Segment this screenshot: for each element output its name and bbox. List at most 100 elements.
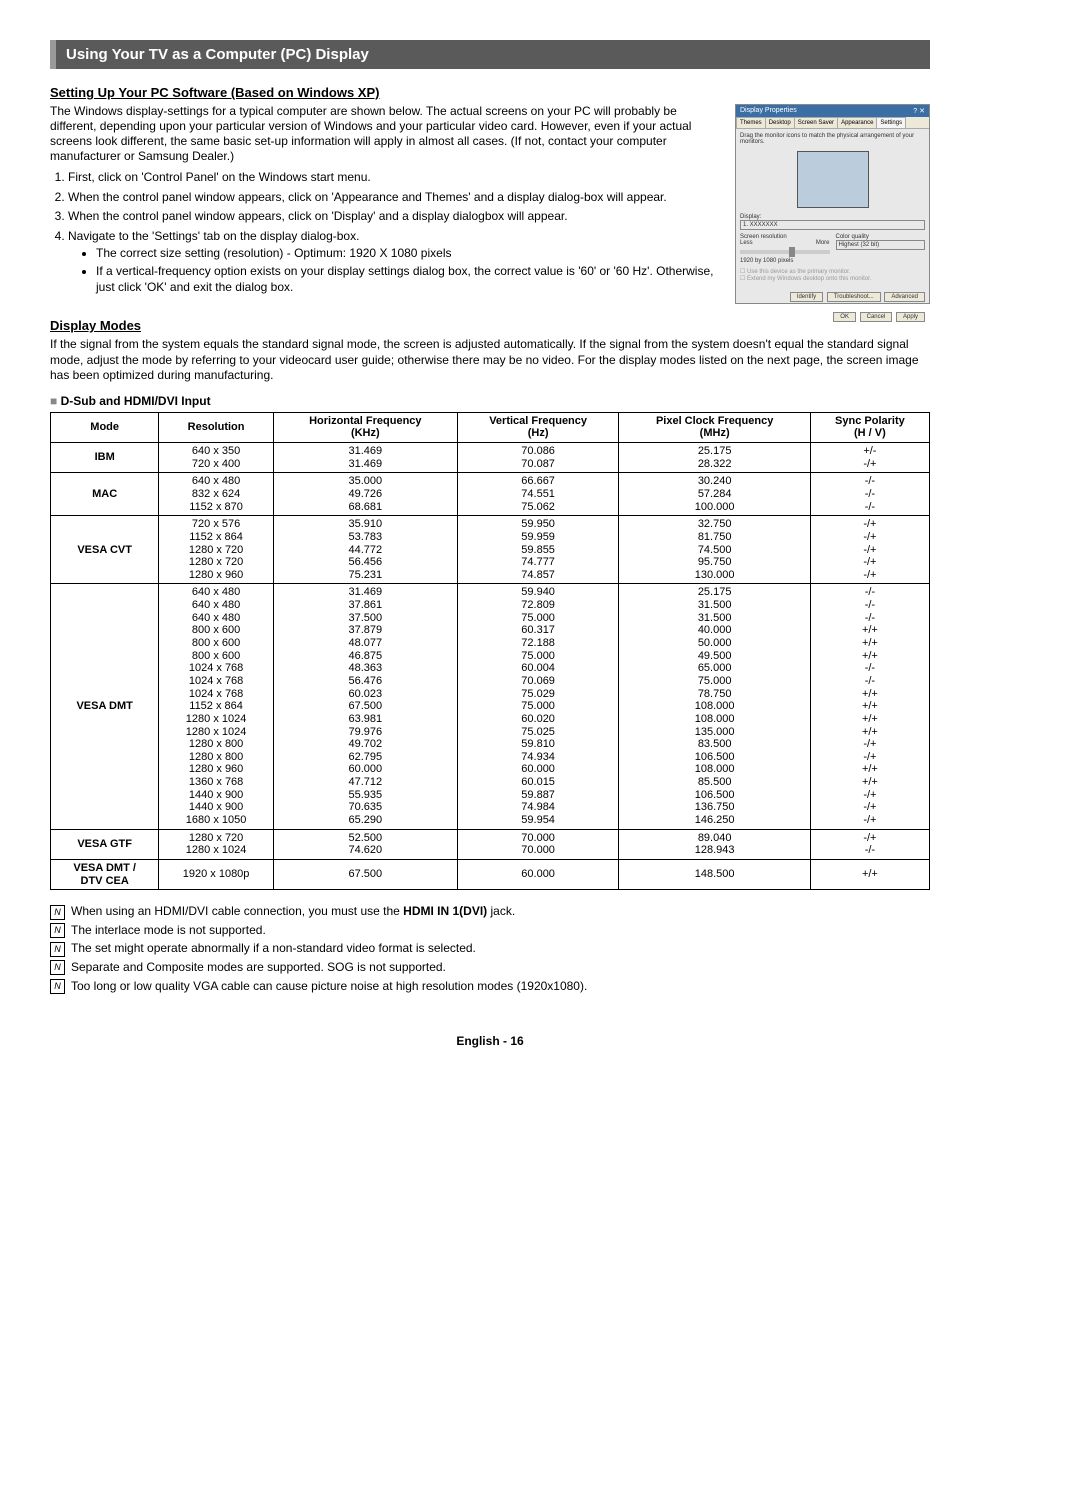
table-row: VESA CVT720 x 576 1152 x 864 1280 x 720 … [51, 516, 930, 584]
data-cell: 30.240 57.284 100.000 [619, 473, 810, 516]
data-cell: 67.500 [273, 859, 457, 889]
data-cell: 35.910 53.783 44.772 56.456 75.231 [273, 516, 457, 584]
sub-heading-setup: Setting Up Your PC Software (Based on Wi… [50, 85, 930, 100]
mode-cell: VESA CVT [51, 516, 159, 584]
data-cell: +/- -/+ [810, 443, 929, 473]
tab-desktop: Desktop [765, 117, 795, 128]
dialog-title-text: Display Properties [740, 107, 797, 115]
page-footer: English - 16 [50, 1034, 930, 1048]
res-value: 1920 by 1080 pixels [740, 258, 830, 264]
data-cell: 66.667 74.551 75.062 [457, 473, 619, 516]
note-line: N Separate and Composite modes are suppor… [50, 960, 930, 976]
step-2: When the control panel window appears, c… [68, 190, 723, 206]
note-line: N The interlace mode is not supported. [50, 923, 930, 939]
bullet-resolution: The correct size setting (resolution) - … [96, 246, 723, 262]
note-icon: N [50, 905, 65, 920]
note-text: Separate and Composite modes are support… [71, 960, 446, 974]
data-cell: 720 x 576 1152 x 864 1280 x 720 1280 x 7… [159, 516, 274, 584]
data-cell: 35.000 49.726 68.681 [273, 473, 457, 516]
display-modes-table: Mode Resolution Horizontal Frequency (KH… [50, 412, 930, 890]
col-vfreq: Vertical Frequency (Hz) [457, 412, 619, 442]
intro-paragraph: The Windows display-settings for a typic… [50, 104, 723, 164]
table-row: MAC640 x 480 832 x 624 1152 x 87035.000 … [51, 473, 930, 516]
data-cell: 25.175 28.322 [619, 443, 810, 473]
tab-settings: Settings [876, 117, 906, 128]
setup-steps: First, click on 'Control Panel' on the W… [68, 170, 723, 295]
step-1: First, click on 'Control Panel' on the W… [68, 170, 723, 186]
data-cell: 32.750 81.750 74.500 95.750 130.000 [619, 516, 810, 584]
data-cell: +/+ [810, 859, 929, 889]
note-text: The interlace mode is not supported. [71, 923, 266, 937]
btn-cancel: Cancel [860, 312, 893, 322]
dialog-buttons-row2: OK Cancel Apply [740, 312, 925, 322]
dialog-buttons-row1: Identify Troubleshoot... Advanced [740, 292, 925, 302]
dialog-close-icons: ? ✕ [913, 107, 925, 115]
btn-troubleshoot: Troubleshoot... [827, 292, 881, 302]
col-resolution: Resolution [159, 412, 274, 442]
table-row: VESA DMT / DTV CEA1920 x 1080p67.50060.0… [51, 859, 930, 889]
resolution-slider [740, 250, 830, 254]
data-cell: 148.500 [619, 859, 810, 889]
data-cell: -/+ -/- [810, 829, 929, 859]
mode-cell: MAC [51, 473, 159, 516]
dialog-body: Drag the monitor icons to match the phys… [736, 129, 929, 326]
data-cell: 31.469 37.861 37.500 37.879 48.077 46.87… [273, 584, 457, 829]
data-cell: 59.940 72.809 75.000 60.317 72.188 75.00… [457, 584, 619, 829]
display-modes-text: If the signal from the system equals the… [50, 337, 930, 384]
data-cell: 60.000 [457, 859, 619, 889]
note-text: Too long or low quality VGA cable can ca… [71, 979, 587, 993]
mode-cell: VESA GTF [51, 829, 159, 859]
mode-cell: IBM [51, 443, 159, 473]
step-4: Navigate to the 'Settings' tab on the di… [68, 229, 723, 295]
table-row: VESA DMT640 x 480 640 x 480 640 x 480 80… [51, 584, 930, 829]
col-pclock: Pixel Clock Frequency (MHz) [619, 412, 810, 442]
data-cell: 52.500 74.620 [273, 829, 457, 859]
mode-cell: VESA DMT / DTV CEA [51, 859, 159, 889]
notes-block: N When using an HDMI/DVI cable connection… [50, 904, 930, 994]
data-cell: 70.000 70.000 [457, 829, 619, 859]
btn-ok: OK [833, 312, 856, 322]
res-more: More [816, 240, 830, 246]
note-icon: N [50, 979, 65, 994]
data-cell: 31.469 31.469 [273, 443, 457, 473]
tab-screensaver: Screen Saver [794, 117, 838, 128]
step-4-sub: The correct size setting (resolution) - … [96, 246, 723, 295]
data-cell: 640 x 480 640 x 480 640 x 480 800 x 600 … [159, 584, 274, 829]
table-caption: D-Sub and HDMI/DVI Input [50, 394, 930, 408]
res-less: Less [740, 240, 753, 246]
btn-apply: Apply [896, 312, 925, 322]
btn-advanced: Advanced [884, 292, 925, 302]
btn-identify: Identify [790, 292, 823, 302]
monitor-icon [797, 151, 869, 208]
data-cell: -/+ -/+ -/+ -/+ -/+ [810, 516, 929, 584]
note-icon: N [50, 923, 65, 938]
data-cell: 640 x 350 720 x 400 [159, 443, 274, 473]
data-cell: 1280 x 720 1280 x 1024 [159, 829, 274, 859]
intro-block: The Windows display-settings for a typic… [50, 104, 930, 304]
data-cell: 59.950 59.959 59.855 74.777 74.857 [457, 516, 619, 584]
display-modes-paragraph: If the signal from the system equals the… [50, 337, 930, 384]
data-cell: -/- -/- -/- [810, 473, 929, 516]
chk-extend: ☐ Extend my Windows desktop onto this mo… [740, 275, 925, 282]
note-text: The set might operate abnormally if a no… [71, 941, 476, 955]
col-hfreq: Horizontal Frequency (KHz) [273, 412, 457, 442]
data-cell: -/- -/- -/- +/+ +/+ +/+ -/- -/- +/+ +/+ … [810, 584, 929, 829]
cq-select: Highest (32 bit) [836, 240, 926, 250]
data-cell: 1920 x 1080p [159, 859, 274, 889]
tab-appearance: Appearance [837, 117, 877, 128]
mode-cell: VESA DMT [51, 584, 159, 829]
dialog-hint: Drag the monitor icons to match the phys… [740, 133, 925, 145]
data-cell: 70.086 70.087 [457, 443, 619, 473]
step-3: When the control panel window appears, c… [68, 209, 723, 225]
chk-primary: ☐ Use this device as the primary monitor… [740, 268, 925, 275]
note-line: NThe set might operate abnormally if a n… [50, 941, 930, 957]
table-row: IBM640 x 350 720 x 40031.469 31.46970.08… [51, 443, 930, 473]
display-properties-dialog: Display Properties ? ✕ Themes Desktop Sc… [735, 104, 930, 304]
display-select: 1. XXXXXXX [740, 220, 925, 230]
intro-text: The Windows display-settings for a typic… [50, 104, 723, 299]
note-text: When using an HDMI/DVI cable connection,… [71, 904, 515, 918]
data-cell: 25.175 31.500 31.500 40.000 50.000 49.50… [619, 584, 810, 829]
data-cell: 89.040 128.943 [619, 829, 810, 859]
note-line: N When using an HDMI/DVI cable connection… [50, 904, 930, 920]
note-icon: N [50, 960, 65, 975]
